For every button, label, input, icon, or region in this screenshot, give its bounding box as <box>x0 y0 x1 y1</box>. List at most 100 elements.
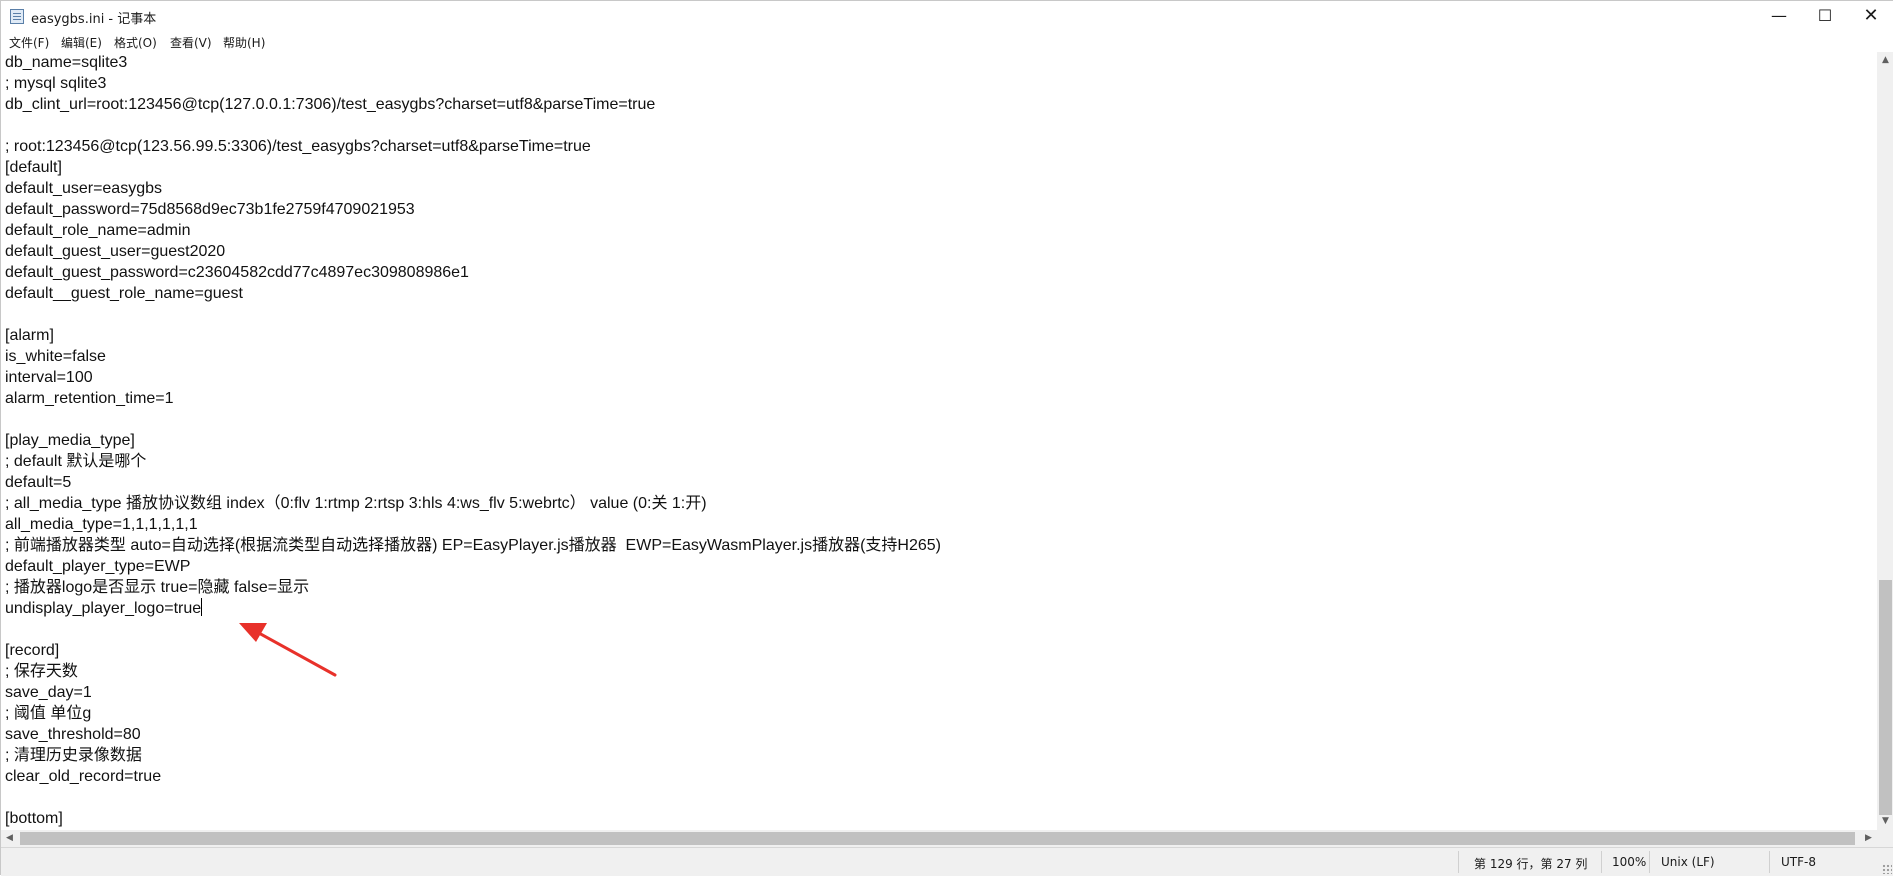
text-line[interactable]: default=5 <box>5 472 941 493</box>
notepad-icon <box>10 9 24 24</box>
menu-format[interactable]: 格式(O) <box>114 34 157 51</box>
text-line[interactable]: db_clint_url=root:123456@tcp(127.0.0.1:7… <box>5 94 941 115</box>
status-line-ending: Unix (LF) <box>1661 855 1715 869</box>
text-line[interactable]: ; mysql sqlite3 <box>5 73 941 94</box>
text-line[interactable]: save_threshold=80 <box>5 724 941 745</box>
text-line[interactable]: default_password=75d8568d9ec73b1fe2759f4… <box>5 199 941 220</box>
notepad-window: easygbs.ini - 记事本 — ☐ ✕ 文件(F) 编辑(E) 格式(O… <box>0 0 1893 876</box>
text-line-content[interactable]: default=5 <box>5 474 71 491</box>
text-line-content[interactable]: ; default 默认是哪个 <box>5 453 146 470</box>
text-line-content[interactable]: ; 播放器logo是否显示 true=隐藏 false=显示 <box>5 579 309 596</box>
text-line-content[interactable]: is_white=false <box>5 348 106 365</box>
text-line-content[interactable]: undisplay_player_logo=true <box>5 600 201 617</box>
text-line-content[interactable]: ; mysql sqlite3 <box>5 75 106 92</box>
text-line-content[interactable]: db_clint_url=root:123456@tcp(127.0.0.1:7… <box>5 96 655 113</box>
window-title: easygbs.ini - 记事本 <box>31 12 157 27</box>
scroll-right-arrow-icon[interactable]: ▶ <box>1860 830 1877 847</box>
text-line-content[interactable]: [bottom] <box>5 810 63 827</box>
text-line-content[interactable]: clear_old_record=true <box>5 768 161 785</box>
text-line[interactable]: [record] <box>5 640 941 661</box>
text-line[interactable] <box>5 304 941 325</box>
text-line[interactable]: ; 阈值 单位g <box>5 703 941 724</box>
maximize-button[interactable]: ☐ <box>1802 1 1848 32</box>
text-line-content[interactable]: alarm_retention_time=1 <box>5 390 174 407</box>
text-line-content[interactable]: default_user=easygbs <box>5 180 162 197</box>
text-line[interactable]: [bottom] <box>5 808 941 829</box>
scroll-down-arrow-icon[interactable]: ▼ <box>1877 813 1893 830</box>
text-line-content[interactable]: default__guest_role_name=guest <box>5 285 243 302</box>
text-line-content[interactable]: [play_media_type] <box>5 432 135 449</box>
text-line-content[interactable]: default_password=75d8568d9ec73b1fe2759f4… <box>5 201 415 218</box>
minimize-button[interactable]: — <box>1756 1 1802 32</box>
text-line-content[interactable]: save_threshold=80 <box>5 726 141 743</box>
text-line-content[interactable]: all_media_type=1,1,1,1,1,1 <box>5 516 198 533</box>
scrollbar-corner <box>1877 830 1893 847</box>
text-line[interactable]: save_day=1 <box>5 682 941 703</box>
status-separator <box>1649 851 1650 873</box>
text-caret <box>201 598 203 616</box>
horizontal-scrollbar[interactable]: ◀ ▶ <box>1 830 1877 847</box>
status-zoom: 100% <box>1612 855 1647 869</box>
text-line[interactable] <box>5 787 941 808</box>
text-line[interactable]: ; 前端播放器类型 auto=自动选择(根据流类型自动选择播放器) EP=Eas… <box>5 535 941 556</box>
text-line[interactable]: ; all_media_type 播放协议数组 index（0:flv 1:rt… <box>5 493 941 514</box>
vertical-scroll-thumb[interactable] <box>1879 580 1892 815</box>
text-line[interactable]: all_media_type=1,1,1,1,1,1 <box>5 514 941 535</box>
menu-bar: 文件(F) 编辑(E) 格式(O) 查看(V) 帮助(H) <box>1 32 1893 52</box>
text-line-content[interactable]: ; 清理历史录像数据 <box>5 747 142 764</box>
title-bar[interactable]: easygbs.ini - 记事本 — ☐ ✕ <box>1 1 1893 32</box>
menu-edit[interactable]: 编辑(E) <box>61 34 102 51</box>
text-line-content[interactable]: [default] <box>5 159 62 176</box>
text-line[interactable] <box>5 115 941 136</box>
text-line-content[interactable]: [alarm] <box>5 327 54 344</box>
text-line[interactable]: default_guest_user=guest2020 <box>5 241 941 262</box>
text-line[interactable]: ; default 默认是哪个 <box>5 451 941 472</box>
text-line-content[interactable]: db_name=sqlite3 <box>5 54 127 71</box>
text-line-content[interactable]: ; 前端播放器类型 auto=自动选择(根据流类型自动选择播放器) EP=Eas… <box>5 537 941 554</box>
text-line[interactable]: [default] <box>5 157 941 178</box>
menu-help[interactable]: 帮助(H) <box>223 34 265 51</box>
text-line[interactable]: default_role_name=admin <box>5 220 941 241</box>
horizontal-scroll-thumb[interactable] <box>20 832 1855 845</box>
text-line[interactable]: interval=100 <box>5 367 941 388</box>
scroll-left-arrow-icon[interactable]: ◀ <box>1 830 18 847</box>
text-line[interactable]: [play_media_type] <box>5 430 941 451</box>
text-line[interactable]: alarm_retention_time=1 <box>5 388 941 409</box>
vertical-scrollbar[interactable]: ▲ ▼ <box>1877 52 1893 830</box>
text-line[interactable]: undisplay_player_logo=true <box>5 598 941 619</box>
text-line[interactable]: ; 播放器logo是否显示 true=隐藏 false=显示 <box>5 577 941 598</box>
menu-view[interactable]: 查看(V) <box>170 34 212 51</box>
text-line-content[interactable]: [record] <box>5 642 59 659</box>
text-line-content[interactable]: default_guest_user=guest2020 <box>5 243 225 260</box>
text-line-content[interactable]: default_player_type=EWP <box>5 558 190 575</box>
text-line[interactable]: ; 保存天数 <box>5 661 941 682</box>
editor-text[interactable]: db_name=sqlite3 ; mysql sqlite3 db_clint_u… <box>5 52 941 829</box>
status-encoding: UTF-8 <box>1781 855 1816 869</box>
text-line[interactable]: clear_old_record=true <box>5 766 941 787</box>
status-separator <box>1458 851 1459 873</box>
text-line-content[interactable]: save_day=1 <box>5 684 92 701</box>
close-button[interactable]: ✕ <box>1848 1 1893 32</box>
text-line[interactable]: is_white=false <box>5 346 941 367</box>
text-line[interactable]: default_player_type=EWP <box>5 556 941 577</box>
scroll-up-arrow-icon[interactable]: ▲ <box>1877 52 1893 69</box>
text-line[interactable]: ; 清理历史录像数据 <box>5 745 941 766</box>
text-line-content[interactable]: ; 保存天数 <box>5 663 78 680</box>
text-line[interactable]: default__guest_role_name=guest <box>5 283 941 304</box>
text-line[interactable]: [alarm] <box>5 325 941 346</box>
text-line-content[interactable]: default_guest_password=c23604582cdd77c48… <box>5 264 469 281</box>
menu-file[interactable]: 文件(F) <box>9 34 49 51</box>
text-editor[interactable]: db_name=sqlite3 ; mysql sqlite3 db_clint_u… <box>1 52 1875 830</box>
text-line[interactable]: default_user=easygbs <box>5 178 941 199</box>
text-line-content[interactable]: default_role_name=admin <box>5 222 190 239</box>
text-line-content[interactable]: ; all_media_type 播放协议数组 index（0:flv 1:rt… <box>5 495 707 512</box>
text-line[interactable]: db_name=sqlite3 <box>5 52 941 73</box>
text-line[interactable]: ; root:123456@tcp(123.56.99.5:3306)/test… <box>5 136 941 157</box>
text-line-content[interactable]: ; 阈值 单位g <box>5 705 91 722</box>
text-line[interactable] <box>5 619 941 640</box>
resize-grip-icon[interactable] <box>1882 864 1892 874</box>
text-line-content[interactable]: interval=100 <box>5 369 93 386</box>
text-line[interactable] <box>5 409 941 430</box>
text-line-content[interactable]: ; root:123456@tcp(123.56.99.5:3306)/test… <box>5 138 591 155</box>
text-line[interactable]: default_guest_password=c23604582cdd77c48… <box>5 262 941 283</box>
